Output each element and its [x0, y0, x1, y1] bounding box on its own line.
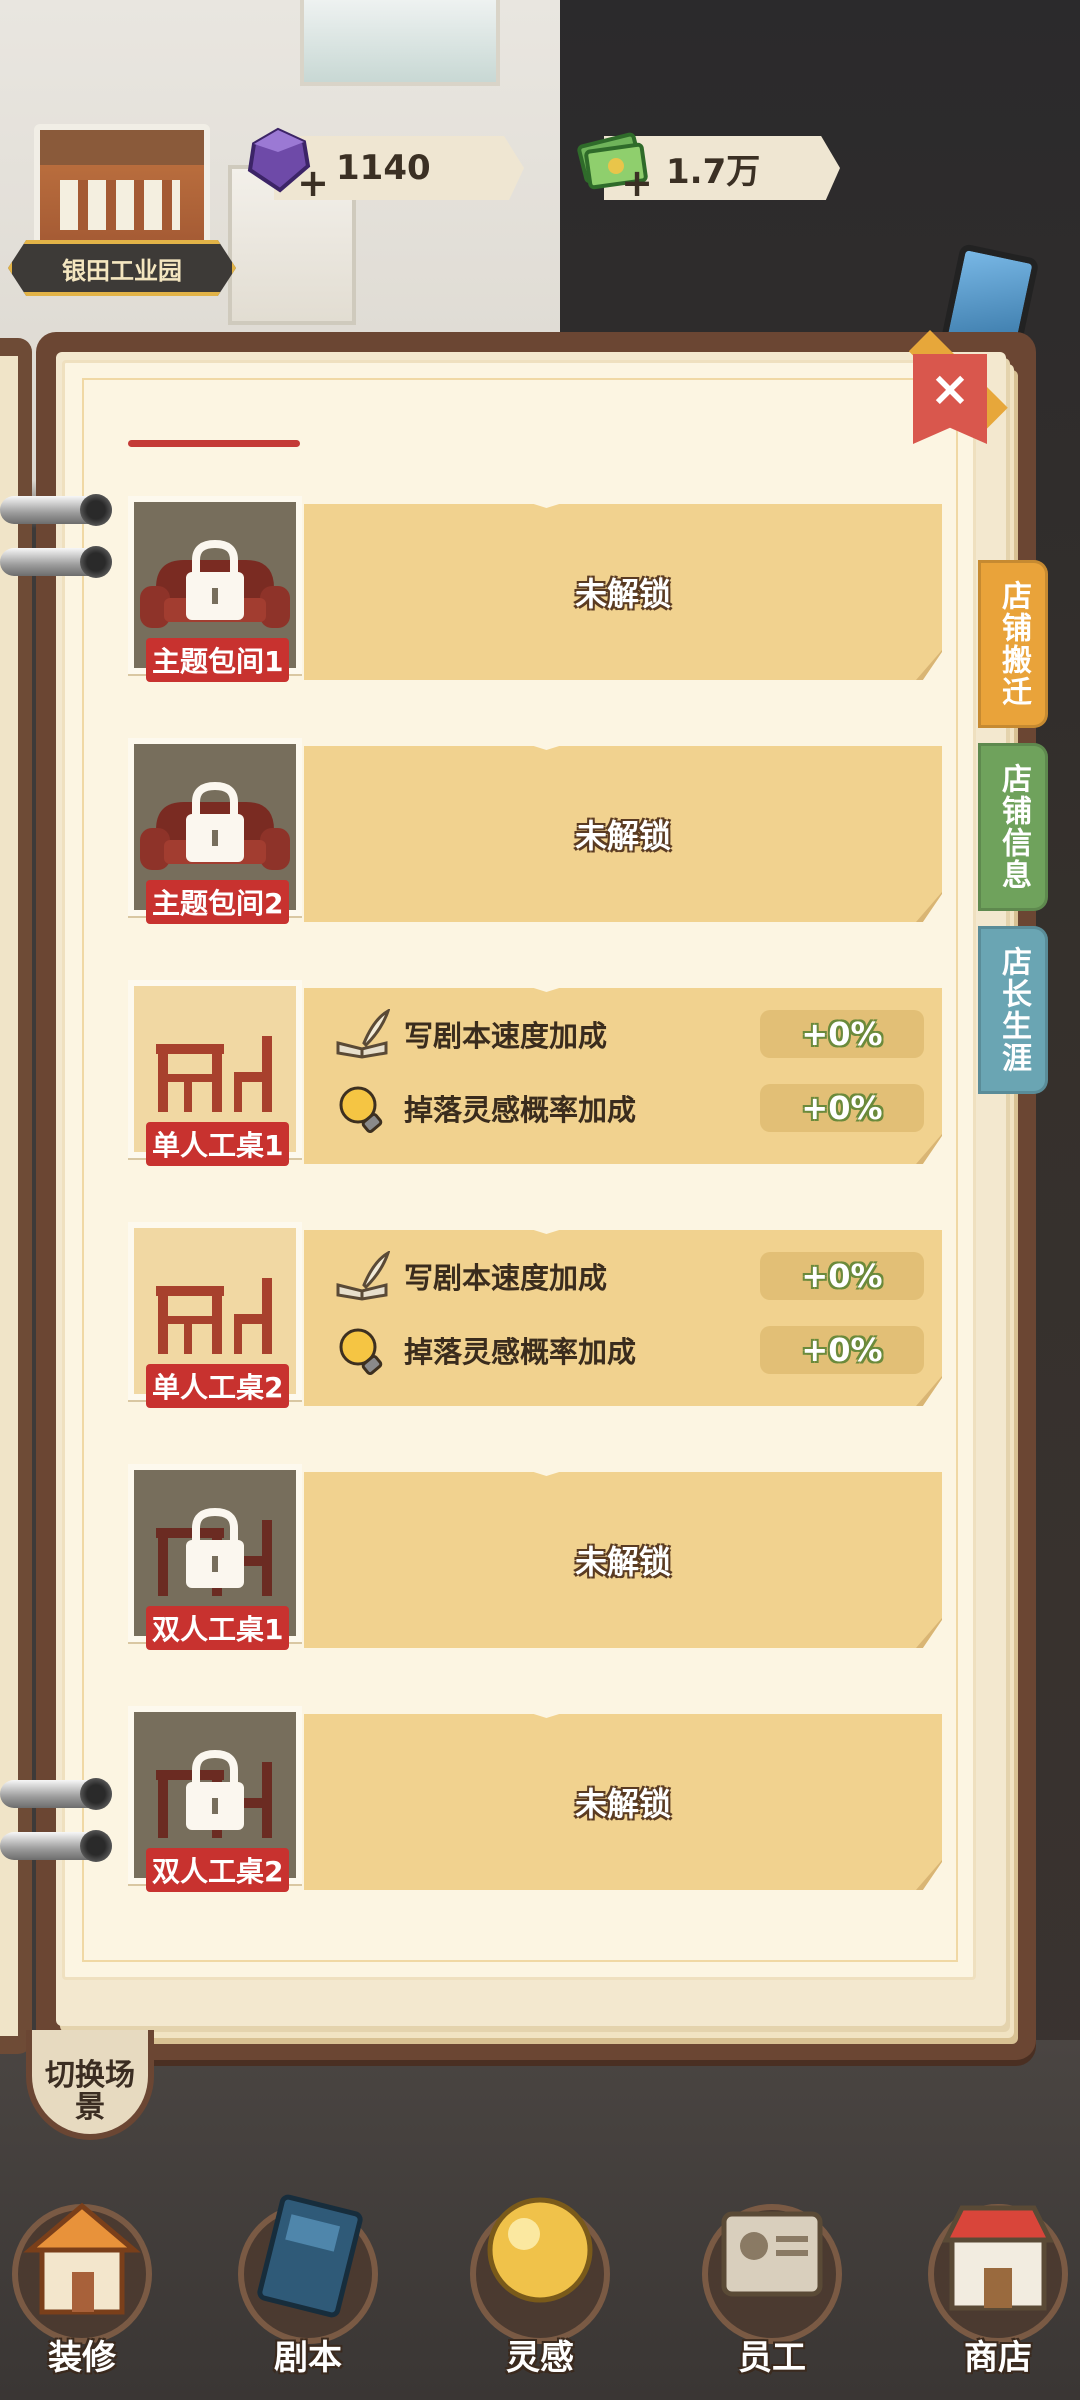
location-badge[interactable]: 银田工业园 [8, 118, 236, 298]
inspiration-orb-icon [487, 2197, 593, 2303]
add-cash-button[interactable]: + [620, 164, 654, 202]
nav-label: 灵感 [506, 2338, 574, 2378]
script-book-icon [257, 2194, 363, 2318]
stat-writing-speed: 写剧本速度加成 +0% [334, 1248, 924, 1304]
locked-status: 未解锁 [574, 817, 671, 855]
nav-label: 装修 [48, 2338, 116, 2378]
binder-ring [0, 1830, 112, 1862]
locked-status: 未解锁 [574, 575, 671, 613]
stat-value: +0% [760, 1326, 924, 1374]
nav-label: 商店 [964, 2338, 1032, 2378]
stat-writing-speed: 写剧本速度加成 +0% [334, 1006, 924, 1062]
stat-inspiration-drop: 掉落灵感概率加成 +0% [334, 1322, 924, 1378]
lightbulb-icon [339, 1086, 383, 1133]
wall-painting [300, 0, 500, 86]
tab-store-info[interactable]: 店铺信息 [978, 743, 1048, 911]
facility-banner: 未解锁 [304, 504, 942, 680]
nav-label: 员工 [738, 2338, 806, 2378]
nav-staff[interactable]: 员工 [690, 2180, 854, 2400]
stat-inspiration-drop: 掉落灵感概率加成 +0% [334, 1080, 924, 1136]
nav-label: 剧本 [274, 2338, 342, 2378]
building-icon [34, 124, 210, 252]
nav-script[interactable]: 剧本 [226, 2180, 390, 2400]
tab-store-relocate[interactable]: 店铺搬迁 [978, 560, 1048, 728]
facility-name: 主题包间2 [146, 880, 290, 924]
stat-label: 写剧本速度加成 [404, 1261, 608, 1295]
add-gems-button[interactable]: + [296, 164, 330, 202]
facility-banner: 未解锁 [304, 1472, 942, 1648]
nav-inspiration[interactable]: 灵感 [458, 2180, 622, 2400]
stat-value: +0% [760, 1084, 924, 1132]
facility-name: 双人工桌2 [146, 1848, 290, 1892]
location-name: 银田工业园 [8, 240, 236, 296]
stat-value: +0% [760, 1010, 924, 1058]
locked-status: 未解锁 [574, 1543, 671, 1581]
lightbulb-icon [339, 1328, 383, 1375]
facility-name: 主题包间1 [146, 638, 290, 682]
facility-row[interactable]: 单人工桌2 写剧本速度加成 +0% 掉落灵感概率加成 +0% [128, 1222, 942, 1408]
facility-name: 单人工桌2 [146, 1364, 290, 1408]
binder-ring [0, 1778, 112, 1810]
facility-banner: 写剧本速度加成 +0% 掉落灵感概率加成 +0% [304, 988, 942, 1164]
tab-manager-career[interactable]: 店长生涯 [978, 926, 1048, 1094]
stat-label: 掉落灵感概率加成 [404, 1335, 637, 1369]
stat-label: 写剧本速度加成 [404, 1019, 608, 1053]
binder-ring [0, 494, 112, 526]
facility-banner: 未解锁 [304, 746, 942, 922]
nav-decorate[interactable]: 装修 [0, 2180, 164, 2400]
staff-card-icon [721, 2211, 823, 2297]
facility-name: 双人工桌1 [146, 1606, 290, 1650]
stat-label: 掉落灵感概率加成 [404, 1093, 637, 1127]
book-quill-icon [336, 1251, 390, 1301]
facility-row[interactable]: 单人工桌1 写剧本速度加成 +0% 掉落灵感概率加成 +0% [128, 980, 942, 1166]
facility-row[interactable]: 主题包间1 未解锁 [128, 496, 942, 682]
section-tab-marker [128, 440, 300, 447]
nav-shop[interactable]: 商店 [916, 2180, 1080, 2400]
facility-banner: 未解锁 [304, 1714, 942, 1890]
house-icon [23, 2202, 141, 2315]
close-icon: × [929, 361, 971, 417]
facility-name: 单人工桌1 [146, 1122, 290, 1166]
locked-status: 未解锁 [574, 1785, 671, 1823]
facility-row[interactable]: 双人工桌1 未解锁 [128, 1464, 942, 1650]
switch-scene-button[interactable]: 切换场景 [26, 2030, 154, 2140]
facility-row[interactable]: 主题包间2 未解锁 [128, 738, 942, 924]
facility-banner: 写剧本速度加成 +0% 掉落灵感概率加成 +0% [304, 1230, 942, 1406]
book-quill-icon [336, 1009, 390, 1059]
binder-ring [0, 546, 112, 578]
facility-row[interactable]: 双人工桌2 未解锁 [128, 1706, 942, 1892]
shop-icon [941, 2205, 1055, 2311]
stat-value: +0% [760, 1252, 924, 1300]
